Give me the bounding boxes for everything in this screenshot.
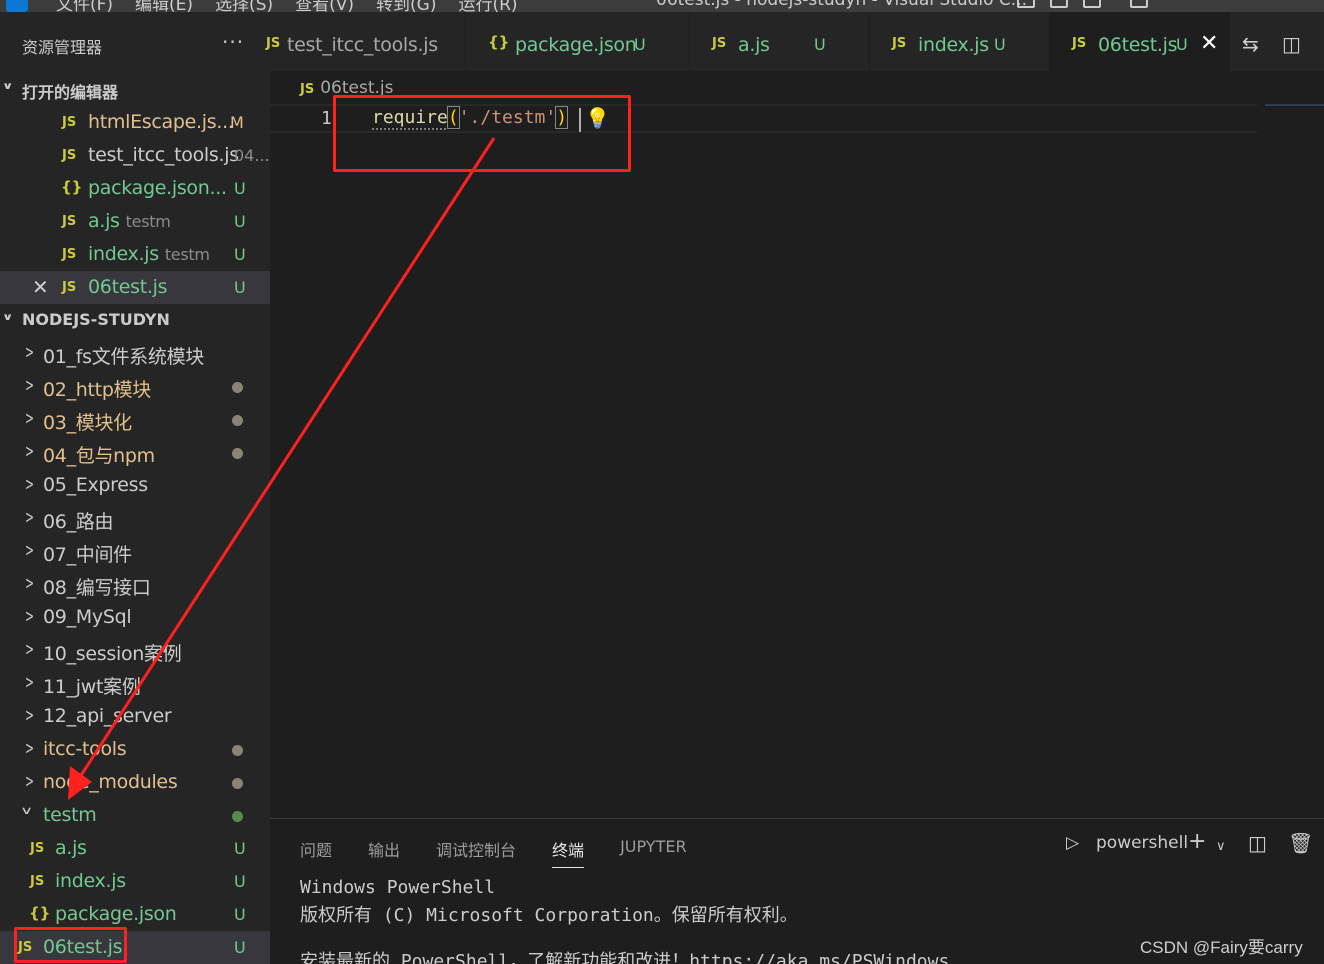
annotation-arrow-head (68, 766, 92, 800)
annotation-arrow (68, 137, 496, 800)
annotation-arrow-line (76, 137, 496, 781)
